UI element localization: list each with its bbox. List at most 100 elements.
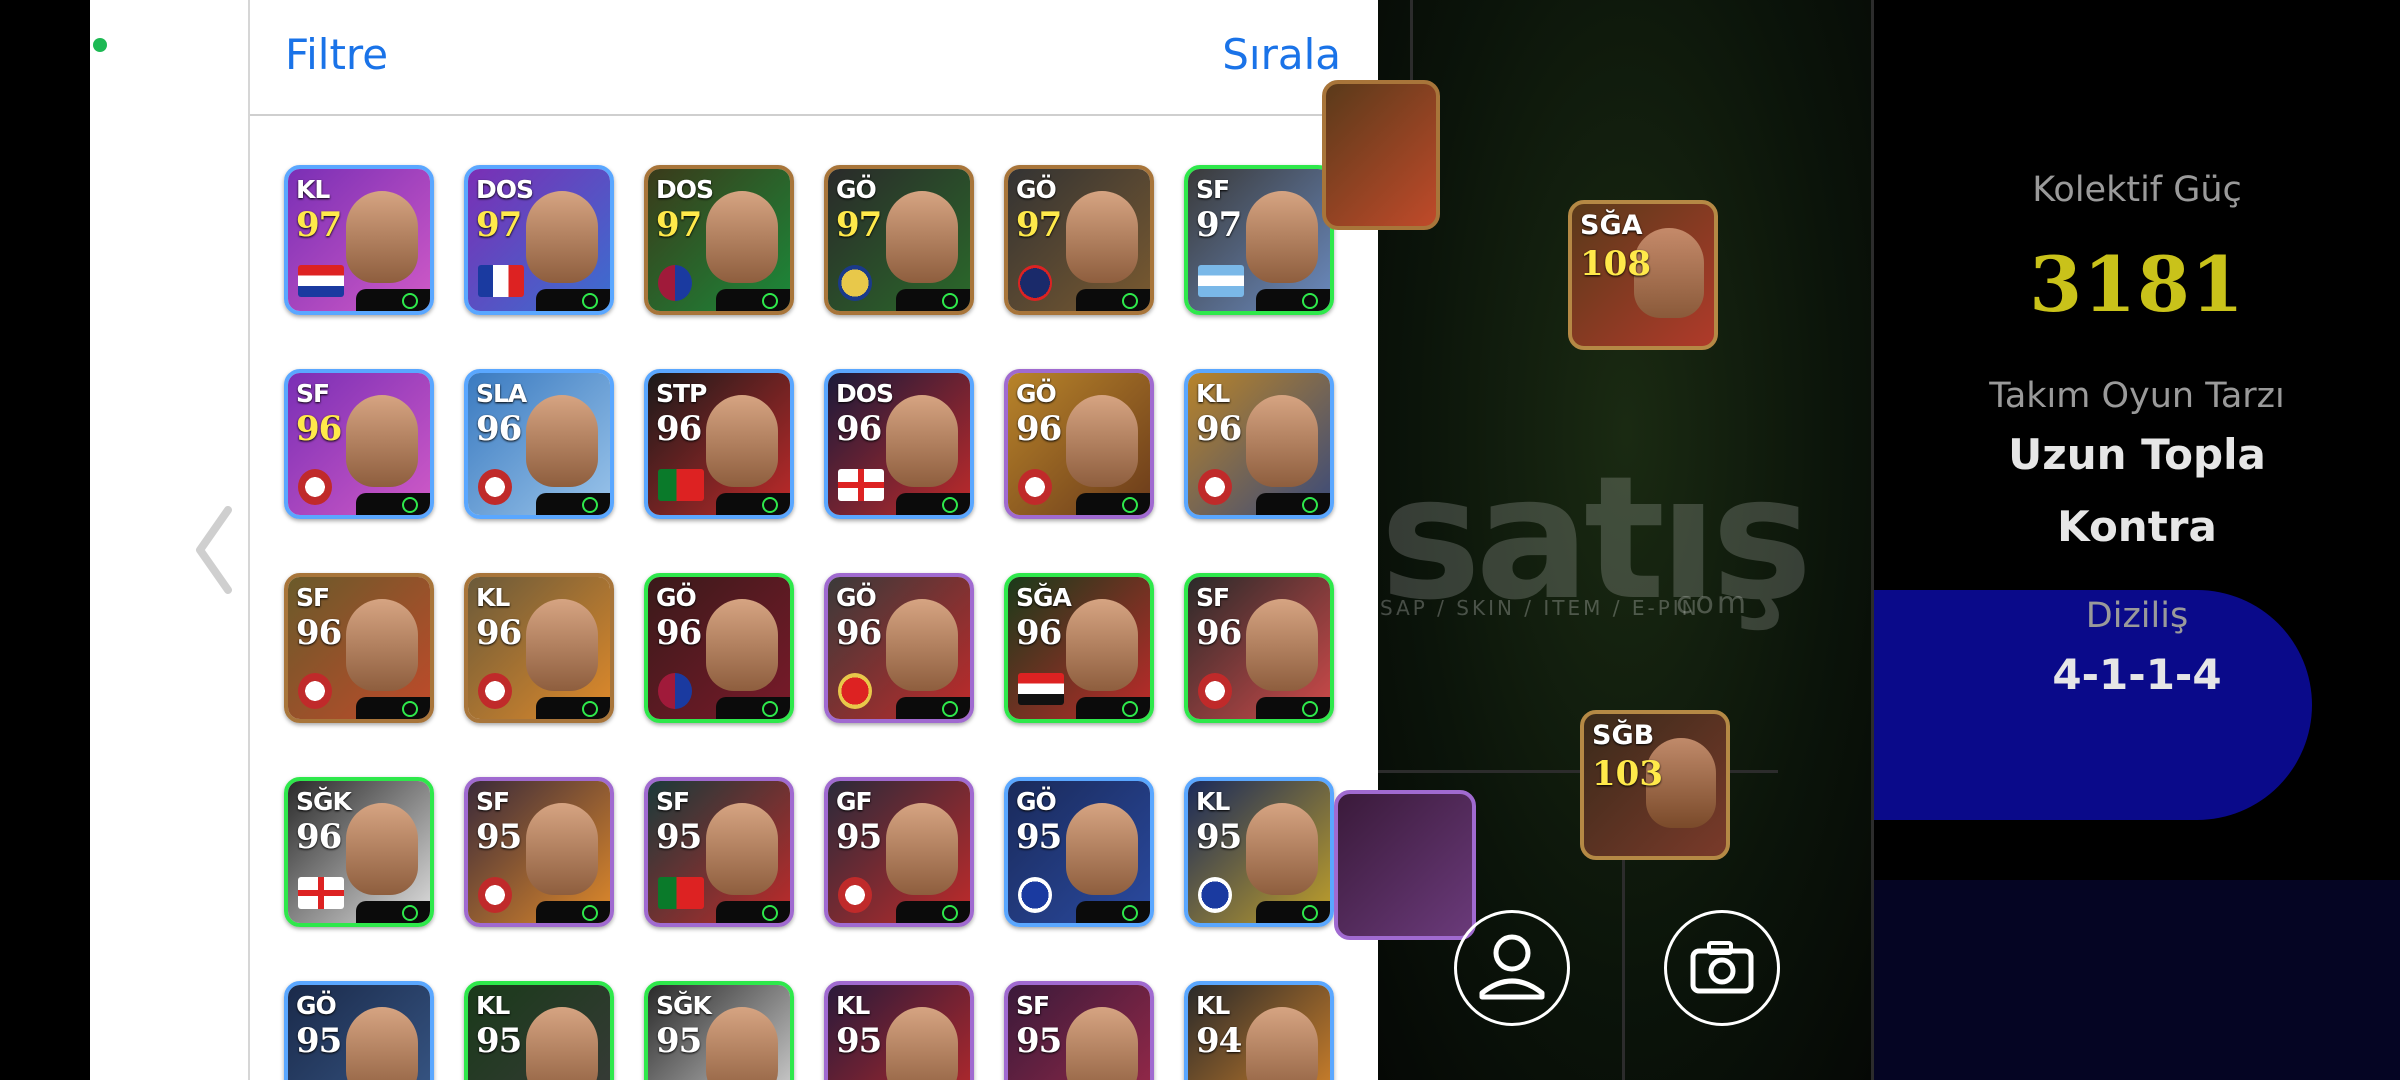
player-card[interactable]: SF 96 xyxy=(1184,573,1334,723)
player-card[interactable]: DOS 96 xyxy=(824,369,974,519)
card-skill-badge xyxy=(1256,289,1330,311)
player-rating: 96 xyxy=(656,613,702,653)
player-face xyxy=(886,395,958,487)
player-card[interactable]: SF 96 xyxy=(284,573,434,723)
player-position: SF xyxy=(296,583,330,612)
card-skill-badge xyxy=(716,493,790,515)
club-flag-icon xyxy=(478,469,512,505)
player-face xyxy=(706,191,778,283)
player-position: DOS xyxy=(476,175,534,204)
player-rating: 96 xyxy=(836,613,882,653)
player-card[interactable]: KL 95 xyxy=(464,981,614,1080)
club-flag-icon xyxy=(1018,469,1052,505)
pitch-player-card[interactable]: SĞA 108 xyxy=(1568,200,1718,350)
camera-button[interactable] xyxy=(1664,910,1780,1026)
player-card[interactable]: SF 97 xyxy=(1184,165,1334,315)
card-skill-badge xyxy=(356,901,430,923)
player-face xyxy=(346,1007,418,1080)
player-rating: 94 xyxy=(1196,1021,1242,1061)
player-rating: 96 xyxy=(476,409,522,449)
player-card[interactable]: GÖ 97 xyxy=(824,165,974,315)
player-rating: 97 xyxy=(1016,205,1062,245)
chevron-left-icon[interactable] xyxy=(186,500,246,600)
player-rating: 96 xyxy=(1016,613,1062,653)
player-card[interactable]: KL 96 xyxy=(1184,369,1334,519)
player-rating: 108 xyxy=(1580,244,1651,284)
player-rating: 95 xyxy=(476,1021,522,1061)
player-card[interactable]: KL 96 xyxy=(464,573,614,723)
player-face xyxy=(1246,395,1318,487)
player-face xyxy=(1246,1007,1318,1080)
player-position: SF xyxy=(1196,583,1230,612)
player-rating: 95 xyxy=(656,817,702,857)
pitch-player-card[interactable] xyxy=(1322,80,1440,230)
player-position: KL xyxy=(296,175,330,204)
card-skill-badge xyxy=(1076,901,1150,923)
player-card[interactable]: GÖ 96 xyxy=(644,573,794,723)
player-card[interactable]: SĞK 96 xyxy=(284,777,434,927)
club-flag-icon xyxy=(298,673,332,709)
filter-button[interactable]: Filtre xyxy=(285,30,388,79)
player-position: SĞB xyxy=(1592,720,1655,751)
player-card[interactable]: SF 96 xyxy=(284,369,434,519)
player-card[interactable]: DOS 97 xyxy=(464,165,614,315)
card-skill-badge xyxy=(356,697,430,719)
player-position: SF xyxy=(476,787,510,816)
player-position: SLA xyxy=(476,379,527,408)
card-skill-badge xyxy=(1076,697,1150,719)
player-position: SF xyxy=(656,787,690,816)
card-skill-badge xyxy=(896,493,970,515)
pitch-player-card[interactable]: SĞB 103 xyxy=(1580,710,1730,860)
player-rating: 97 xyxy=(476,205,522,245)
barca-flag-icon xyxy=(658,265,692,301)
player-card[interactable]: STP 96 xyxy=(644,369,794,519)
player-card[interactable]: SF 95 xyxy=(1004,981,1154,1080)
player-card[interactable]: DOS 97 xyxy=(644,165,794,315)
sort-button[interactable]: Sırala xyxy=(1222,30,1341,79)
player-card[interactable]: GF 95 xyxy=(824,777,974,927)
player-face xyxy=(346,599,418,691)
player-position: KL xyxy=(476,583,510,612)
formation-value[interactable]: 4-1-1-4 xyxy=(1874,650,2400,699)
player-rating: 97 xyxy=(1196,205,1242,245)
player-card[interactable]: GÖ 96 xyxy=(1004,369,1154,519)
team-style-label: Takım Oyun Tarzı xyxy=(1989,376,2285,416)
card-skill-badge xyxy=(896,697,970,719)
player-card[interactable]: SĞK 95 xyxy=(644,981,794,1080)
player-card[interactable]: GÖ 95 xyxy=(1004,777,1154,927)
player-position: DOS xyxy=(836,379,894,408)
player-face xyxy=(706,1007,778,1080)
player-rating: 97 xyxy=(656,205,702,245)
player-card[interactable]: SF 95 xyxy=(644,777,794,927)
player-card[interactable]: GÖ 97 xyxy=(1004,165,1154,315)
player-card[interactable]: KL 95 xyxy=(824,981,974,1080)
player-face xyxy=(886,191,958,283)
player-position: GÖ xyxy=(1016,787,1057,816)
argentina-flag-icon xyxy=(1198,265,1244,297)
player-position: GF xyxy=(836,787,873,816)
card-skill-badge xyxy=(1256,901,1330,923)
player-rating: 96 xyxy=(296,409,342,449)
player-position: SĞA xyxy=(1016,583,1072,612)
player-card[interactable]: KL 97 xyxy=(284,165,434,315)
formation-label: Diziliş xyxy=(2085,596,2189,636)
player-card[interactable]: SĞA 96 xyxy=(1004,573,1154,723)
player-position: KL xyxy=(1196,991,1230,1020)
player-card[interactable]: SLA 96 xyxy=(464,369,614,519)
card-skill-badge xyxy=(1076,493,1150,515)
player-rating: 96 xyxy=(836,409,882,449)
player-card[interactable]: KL 95 xyxy=(1184,777,1334,927)
card-skill-badge xyxy=(536,493,610,515)
player-card[interactable]: GÖ 96 xyxy=(824,573,974,723)
player-position: GÖ xyxy=(1016,175,1057,204)
player-face xyxy=(1066,395,1138,487)
pitch-player-card[interactable] xyxy=(1334,790,1476,940)
player-card[interactable]: GÖ 95 xyxy=(284,981,434,1080)
card-skill-badge xyxy=(716,901,790,923)
player-face xyxy=(706,395,778,487)
profile-button[interactable] xyxy=(1454,910,1570,1026)
arsenal-flag-icon xyxy=(838,673,872,709)
player-card[interactable]: KL 94 xyxy=(1184,981,1334,1080)
player-card[interactable]: SF 95 xyxy=(464,777,614,927)
card-skill-badge xyxy=(1256,493,1330,515)
